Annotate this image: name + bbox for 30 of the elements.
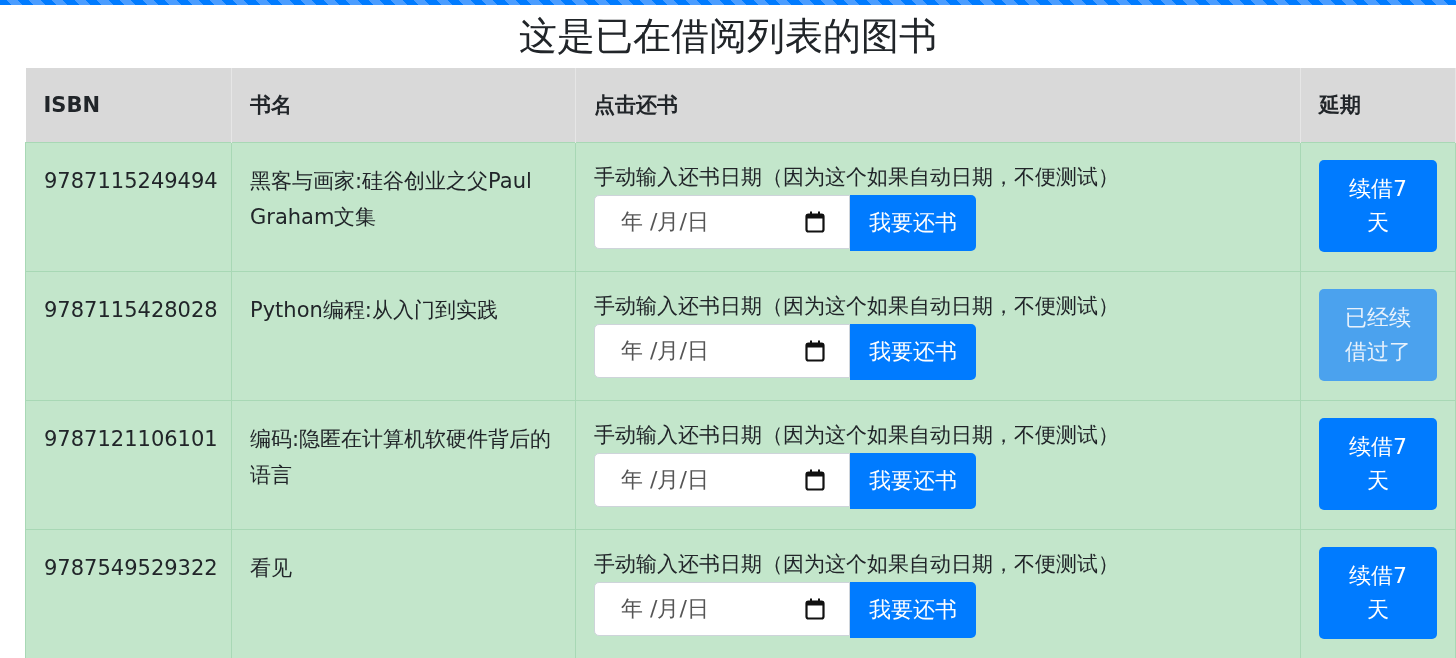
table-cell: 编码:隐匿在计算机软硬件背后的语言 <box>231 400 576 530</box>
calendar-icon <box>805 211 825 233</box>
date-field[interactable]: 年 /月/日 <box>594 453 850 507</box>
return-date-hint: 手动输入还书日期（因为这个如果自动日期，不便测试） <box>594 293 1120 320</box>
table-cell: 9787115428028 <box>25 271 232 401</box>
calendar-icon <box>805 598 825 620</box>
column-header: ISBN <box>25 68 232 143</box>
table-cell: 9787115249494 <box>25 142 232 272</box>
return-button[interactable]: 我要还书 <box>850 582 976 638</box>
page-title: 这是已在借阅列表的图书 <box>518 13 938 60</box>
column-header: 书名 <box>231 68 576 143</box>
column-header: 延期 <box>1300 68 1456 143</box>
return-date-hint: 手动输入还书日期（因为这个如果自动日期，不便测试） <box>594 422 1120 449</box>
return-button[interactable]: 我要还书 <box>850 453 976 509</box>
table-cell: 看见 <box>231 529 576 658</box>
renew-button[interactable]: 续借7天 <box>1319 418 1437 510</box>
table-cell: 黑客与画家:硅谷创业之父Paul Graham文集 <box>231 142 576 272</box>
return-date-hint: 手动输入还书日期（因为这个如果自动日期，不便测试） <box>594 551 1120 578</box>
table-cell: 9787549529322 <box>25 529 232 658</box>
renew-button[interactable]: 续借7天 <box>1319 547 1437 639</box>
calendar-icon <box>805 469 825 491</box>
table-cell: Python编程:从入门到实践 <box>231 271 576 401</box>
calendar-icon <box>805 340 825 362</box>
renew-button[interactable]: 续借7天 <box>1319 160 1437 252</box>
date-field[interactable]: 年 /月/日 <box>594 195 850 249</box>
column-header: 点击还书 <box>575 68 1301 143</box>
return-date-hint: 手动输入还书日期（因为这个如果自动日期，不便测试） <box>594 164 1120 191</box>
table-cell: 9787121106101 <box>25 400 232 530</box>
return-button[interactable]: 我要还书 <box>850 195 976 251</box>
date-field[interactable]: 年 /月/日 <box>594 582 850 636</box>
